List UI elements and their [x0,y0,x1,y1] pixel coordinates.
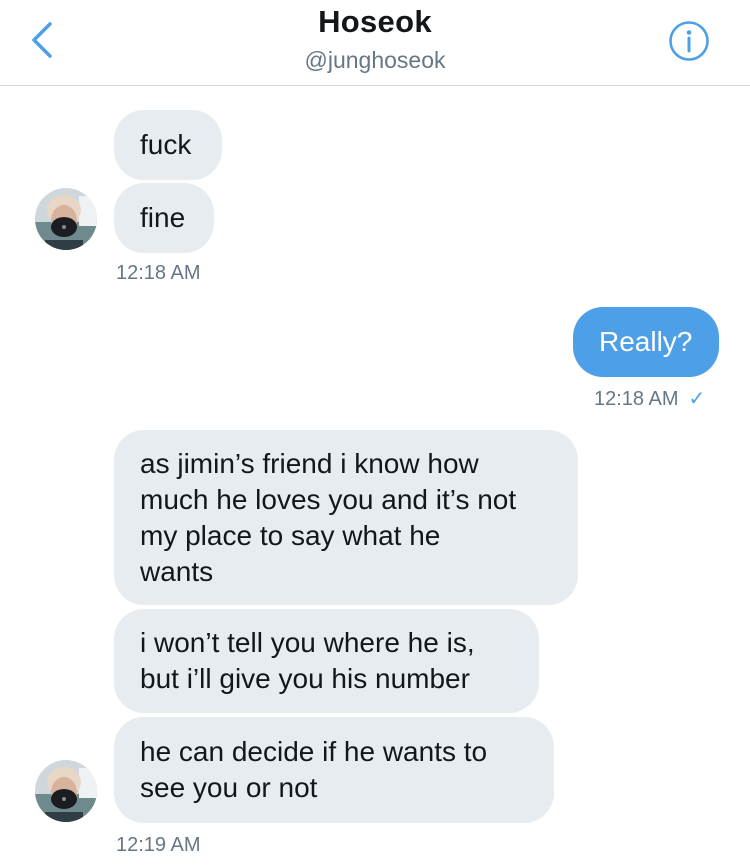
message-bubble-incoming[interactable]: i won’t tell you where he is, but i’ll g… [114,609,539,713]
timestamp-text: 12:18 AM [594,388,679,410]
message-timestamp: 12:18 AM ✓ [594,386,705,411]
message-line: he can decide if he wants to [140,736,488,767]
conversation-header: Hoseok @junghoseok [0,0,750,86]
contact-handle[interactable]: @junghoseok [0,47,750,74]
message-bubble-incoming[interactable]: as jimin’s friend i know how much he lov… [114,430,578,605]
info-button[interactable] [668,20,710,62]
message-bubble-incoming[interactable]: he can decide if he wants to see you or … [114,717,554,823]
message-bubble-incoming[interactable]: fine [114,183,214,253]
info-icon [669,21,709,61]
message-line: i won’t tell you where he is, [140,627,475,658]
message-line: but i’ll give you his number [140,663,470,694]
avatar[interactable] [35,760,97,822]
message-timestamp: 12:18 AM [116,262,201,284]
message-line: my place to say what he [140,520,441,551]
message-bubble-incoming[interactable]: fuck [114,110,222,180]
message-line: much he loves you and it’s not [140,484,517,515]
message-line: as jimin’s friend i know how [140,448,479,479]
message-line: see you or not [140,772,318,803]
message-timestamp: 12:19 AM [116,834,201,856]
sent-check-icon: ✓ [688,388,706,410]
avatar-image [35,760,97,822]
contact-name[interactable]: Hoseok [0,4,750,40]
avatar-image [35,188,97,250]
message-line: wants [140,556,214,587]
message-bubble-outgoing[interactable]: Really? [573,307,719,377]
avatar[interactable] [35,188,97,250]
